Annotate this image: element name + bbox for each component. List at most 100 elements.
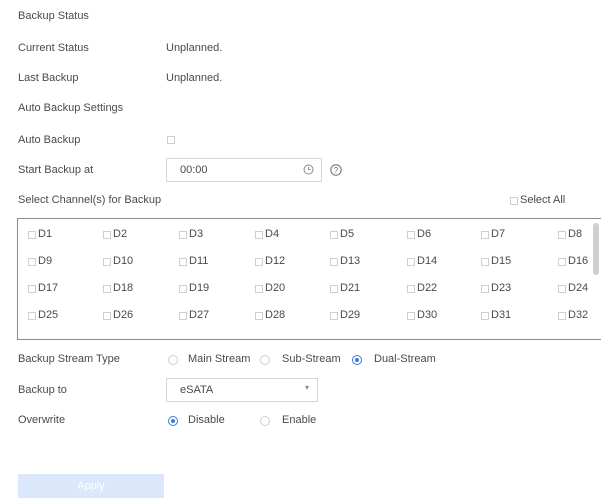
channel-label: D31 xyxy=(491,309,512,321)
channel-label: D30 xyxy=(417,309,438,321)
dual-stream-radio[interactable] xyxy=(352,355,362,365)
section-title-backup-status: Backup Status xyxy=(18,10,89,22)
dual-stream-label: Dual-Stream xyxy=(374,353,436,365)
channel-label: D29 xyxy=(340,309,361,321)
channel-label: D25 xyxy=(38,309,59,321)
channel-checkbox-box[interactable] xyxy=(103,231,111,239)
channel-checkbox-box[interactable] xyxy=(330,258,338,266)
channel-checkbox-box[interactable] xyxy=(28,231,36,239)
channel-label: D18 xyxy=(113,282,134,294)
overwrite-disable-label: Disable xyxy=(188,414,225,426)
channel-label: D1 xyxy=(38,228,53,240)
channel-grid-scrollbar[interactable] xyxy=(593,223,599,275)
auto-backup-checkbox[interactable] xyxy=(167,136,175,144)
channel-checkbox-box[interactable] xyxy=(558,258,566,266)
channel-checkbox-box[interactable] xyxy=(407,258,415,266)
sub-stream-radio[interactable] xyxy=(260,355,270,365)
channel-label: D7 xyxy=(491,228,506,240)
last-backup-label: Last Backup xyxy=(18,72,79,84)
channel-checkbox-box[interactable] xyxy=(255,285,263,293)
channel-label: D9 xyxy=(38,255,53,267)
main-stream-label: Main Stream xyxy=(188,353,251,365)
channel-checkbox-box[interactable] xyxy=(558,231,566,239)
current-status-label: Current Status xyxy=(18,42,89,54)
backup-to-select[interactable]: eSATA ▾ xyxy=(166,378,318,402)
auto-backup-label: Auto Backup xyxy=(18,134,81,146)
channel-label: D5 xyxy=(340,228,355,240)
channel-checkbox-box[interactable] xyxy=(103,285,111,293)
channel-checkbox-box[interactable] xyxy=(255,258,263,266)
chevron-down-icon[interactable]: ▾ xyxy=(305,383,309,392)
clock-icon[interactable] xyxy=(303,164,314,175)
overwrite-label: Overwrite xyxy=(18,414,66,426)
channel-checkbox-box[interactable] xyxy=(28,312,36,320)
current-status-value: Unplanned. xyxy=(166,42,223,54)
channel-checkbox-box[interactable] xyxy=(481,312,489,320)
channel-checkbox-box[interactable] xyxy=(179,312,187,320)
channel-checkbox-box[interactable] xyxy=(103,258,111,266)
channel-checkbox-box[interactable] xyxy=(407,312,415,320)
channel-checkbox-box[interactable] xyxy=(407,231,415,239)
help-icon[interactable]: ? xyxy=(330,164,342,176)
start-backup-label: Start Backup at xyxy=(18,164,94,176)
sub-stream-label: Sub-Stream xyxy=(282,353,341,365)
channel-label: D10 xyxy=(113,255,134,267)
channel-label: D26 xyxy=(113,309,134,321)
backup-to-label: Backup to xyxy=(18,384,67,396)
channel-checkbox-box[interactable] xyxy=(558,312,566,320)
channel-label: D21 xyxy=(340,282,361,294)
channel-label: D22 xyxy=(417,282,438,294)
channel-label: D13 xyxy=(340,255,361,267)
channel-label: D19 xyxy=(189,282,210,294)
channel-checkbox-box[interactable] xyxy=(481,231,489,239)
channel-checkbox-box[interactable] xyxy=(179,231,187,239)
main-stream-radio[interactable] xyxy=(168,355,178,365)
channel-checkbox-box[interactable] xyxy=(481,285,489,293)
channel-checkbox-box[interactable] xyxy=(481,258,489,266)
channel-checkbox-box[interactable] xyxy=(179,285,187,293)
channel-label: D16 xyxy=(568,255,589,267)
channel-checkbox-box[interactable] xyxy=(28,258,36,266)
channel-checkbox-box[interactable] xyxy=(28,285,36,293)
overwrite-disable-radio[interactable] xyxy=(168,416,178,426)
channel-label: D2 xyxy=(113,228,128,240)
select-all-box[interactable] xyxy=(510,197,518,205)
channel-checkbox-box[interactable] xyxy=(179,258,187,266)
channel-label: D15 xyxy=(491,255,512,267)
channel-checkbox-box[interactable] xyxy=(558,285,566,293)
channel-label: D28 xyxy=(265,309,286,321)
backup-to-value: eSATA xyxy=(180,384,214,396)
channel-label: D23 xyxy=(491,282,512,294)
channel-label: D6 xyxy=(417,228,432,240)
channel-checkbox-box[interactable] xyxy=(255,312,263,320)
channel-label: D32 xyxy=(568,309,589,321)
overwrite-enable-radio[interactable] xyxy=(260,416,270,426)
channel-label: D12 xyxy=(265,255,286,267)
start-backup-time-input[interactable]: 00:00 xyxy=(166,158,322,182)
channel-label: D17 xyxy=(38,282,59,294)
apply-button[interactable]: Apply xyxy=(18,474,164,498)
select-channels-label: Select Channel(s) for Backup xyxy=(18,194,162,206)
section-title-auto-backup-settings: Auto Backup Settings xyxy=(18,102,124,114)
backup-stream-type-label: Backup Stream Type xyxy=(18,353,120,365)
svg-text:?: ? xyxy=(334,166,339,175)
channel-label: D11 xyxy=(189,255,209,267)
channel-checkbox-box[interactable] xyxy=(407,285,415,293)
channel-label: D8 xyxy=(568,228,583,240)
channel-checkbox-box[interactable] xyxy=(255,231,263,239)
start-backup-time-value: 00:00 xyxy=(180,164,208,176)
channel-label: D3 xyxy=(189,228,204,240)
channel-label: D27 xyxy=(189,309,210,321)
channel-checkbox-box[interactable] xyxy=(103,312,111,320)
channel-grid: D1 D2 D3 D4 D5 D6 D7 D8 D9 D10 D11 D12 D13 D14 D15 D16 D… xyxy=(17,218,601,340)
channel-label: D4 xyxy=(265,228,280,240)
select-all-label: Select All xyxy=(520,194,566,206)
channel-label: D14 xyxy=(417,255,438,267)
channel-checkbox-box[interactable] xyxy=(330,231,338,239)
channel-label: D24 xyxy=(568,282,589,294)
channel-checkbox-box[interactable] xyxy=(330,285,338,293)
last-backup-value: Unplanned. xyxy=(166,72,223,84)
channel-checkbox-box[interactable] xyxy=(330,312,338,320)
overwrite-enable-label: Enable xyxy=(282,414,317,426)
channel-label: D20 xyxy=(265,282,286,294)
